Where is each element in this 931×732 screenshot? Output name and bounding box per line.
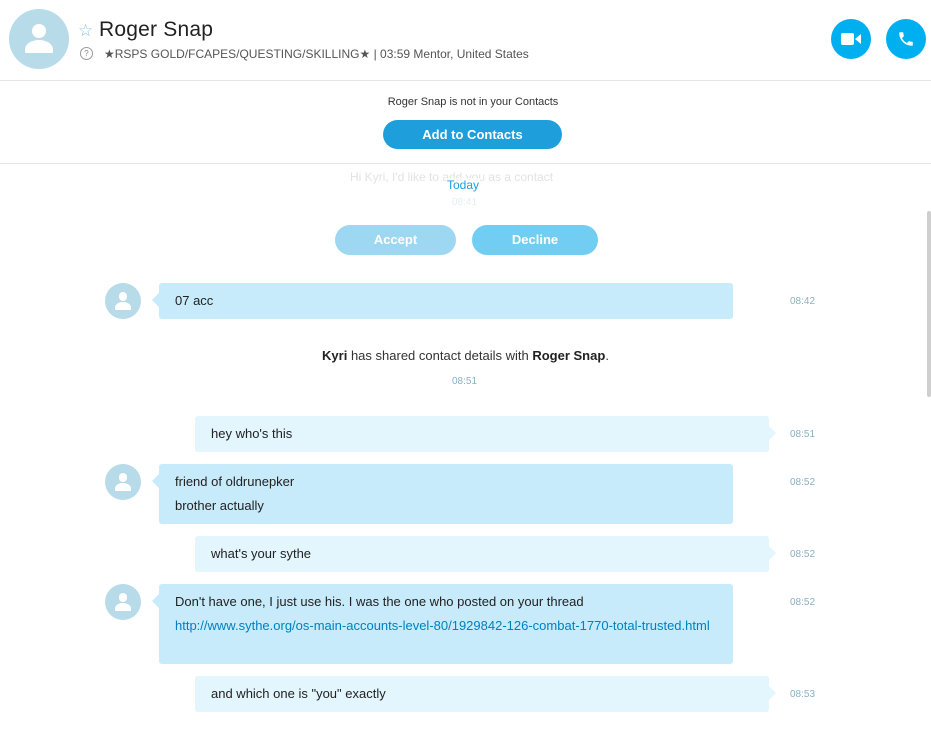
question-circle-icon[interactable]: ?: [80, 47, 93, 60]
video-camera-icon: [841, 33, 861, 45]
conversation-scrollbar[interactable]: [927, 211, 931, 397]
message-text: 07 acc: [175, 293, 214, 308]
contact-name[interactable]: Roger Snap: [99, 18, 213, 42]
message-time: 08:53: [790, 689, 816, 700]
system-message-target: Roger Snap: [532, 348, 606, 363]
message-link[interactable]: http://www.sythe.org/os-main-accounts-le…: [175, 614, 715, 638]
message-text: Don't have one, I just use his. I was th…: [175, 594, 584, 609]
system-message-sender: Kyri: [322, 348, 348, 363]
message-time: 08:52: [790, 477, 816, 488]
audio-call-button[interactable]: [886, 19, 926, 59]
video-call-button[interactable]: [831, 19, 871, 59]
message-bubble-incoming[interactable]: 07 acc: [152, 283, 733, 319]
contact-request-bar: Roger Snap is not in your Contacts Add t…: [0, 81, 931, 164]
phone-icon: [899, 32, 913, 46]
sender-avatar[interactable]: [105, 283, 141, 319]
sender-avatar[interactable]: [105, 584, 141, 620]
person-icon: [105, 464, 141, 500]
message-time: 08:51: [790, 429, 816, 440]
message-text: and which one is "you" exactly: [211, 686, 386, 701]
sender-avatar[interactable]: [105, 464, 141, 500]
person-icon: [9, 9, 69, 69]
date-divider: Today: [446, 178, 481, 192]
decline-button[interactable]: Decline: [472, 225, 598, 255]
message-time: 08:52: [790, 597, 816, 608]
message-text: brother actually: [175, 498, 264, 513]
message-bubble-outgoing[interactable]: what's your sythe: [195, 536, 776, 572]
contact-mood-message: ★RSPS GOLD/FCAPES/QUESTING/SKILLING★ | 0…: [104, 47, 529, 61]
not-in-contacts-notice: Roger Snap is not in your Contacts: [387, 96, 559, 108]
message-bubble-outgoing[interactable]: hey who's this: [195, 416, 776, 452]
conversation-header: ☆ Roger Snap ? ★RSPS GOLD/FCAPES/QUESTIN…: [0, 0, 931, 81]
message-text: what's your sythe: [211, 546, 312, 561]
star-outline-icon[interactable]: ☆: [78, 22, 93, 39]
add-to-contacts-button[interactable]: Add to Contacts: [383, 120, 562, 149]
system-message: Kyri has shared contact details with Rog…: [0, 348, 931, 363]
system-message-end: .: [605, 348, 609, 363]
message-text: friend of oldrunepker: [175, 474, 295, 489]
message-text: hey who's this: [211, 426, 293, 441]
person-icon: [105, 584, 141, 620]
message-bubble-outgoing[interactable]: and which one is "you" exactly: [195, 676, 776, 712]
contact-avatar[interactable]: [9, 9, 69, 69]
person-icon: [105, 283, 141, 319]
contact-request-time: 08:41: [452, 197, 478, 208]
message-bubble-incoming[interactable]: Don't have one, I just use his. I was th…: [152, 584, 733, 664]
conversation-history[interactable]: Hi Kyri, I'd like to add you as a contac…: [0, 164, 931, 732]
message-bubble-incoming[interactable]: friend of oldrunepker brother actually: [152, 464, 733, 524]
accept-button[interactable]: Accept: [335, 225, 456, 255]
system-message-text: has shared contact details with: [347, 348, 533, 363]
system-message-time: 08:51: [452, 376, 478, 387]
message-time: 08:52: [790, 549, 816, 560]
message-time: 08:42: [790, 296, 816, 307]
